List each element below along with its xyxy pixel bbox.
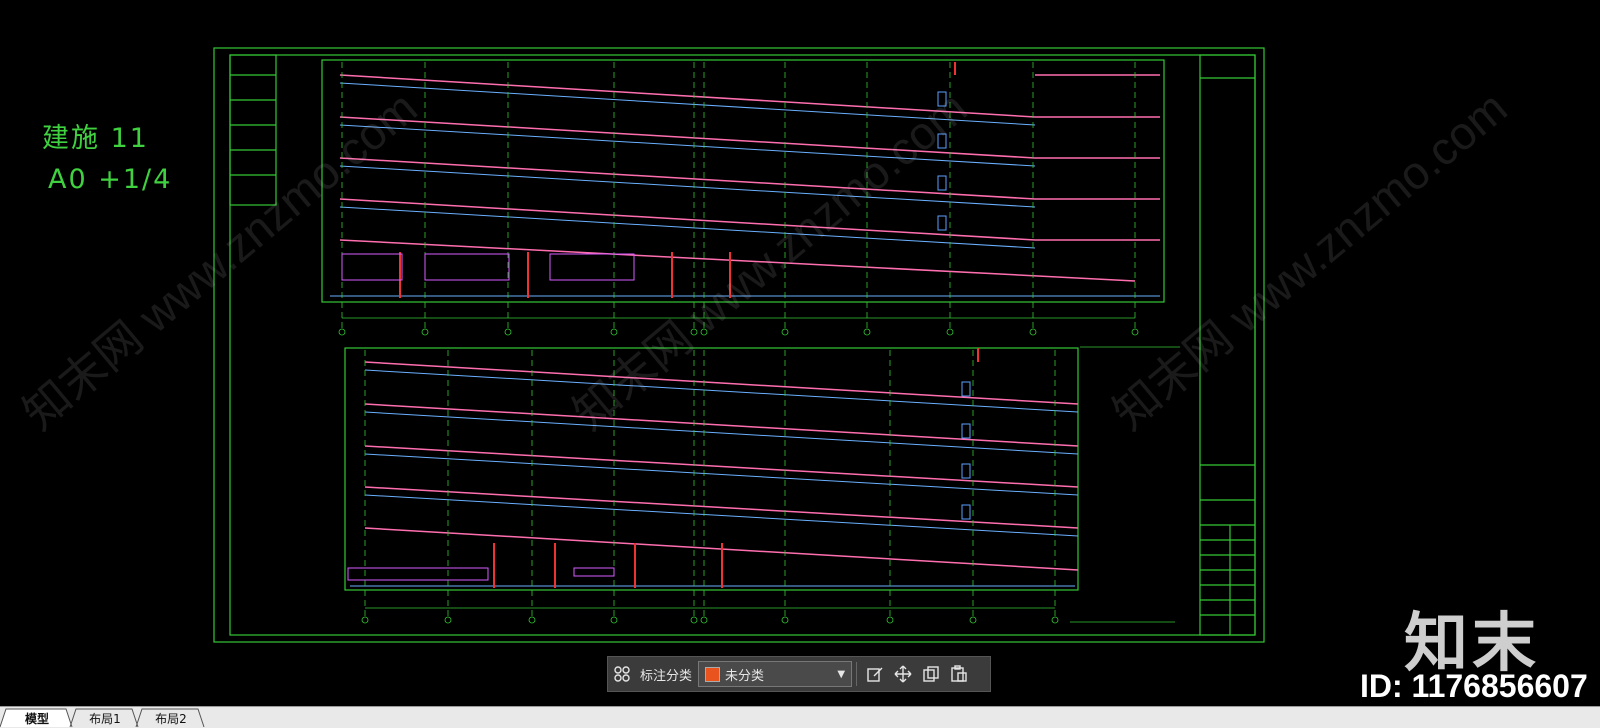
category-dropdown[interactable]: 未分类 ▼ <box>698 661 853 687</box>
category-dropdown-value: 未分类 <box>725 668 765 684</box>
category-color-swatch <box>705 666 721 682</box>
layout-tab-bar: 模型 布局1 布局2 <box>0 706 1600 728</box>
watermark-id: ID: 1176856607 <box>1360 668 1588 704</box>
tab-layout2[interactable]: 布局2 <box>144 709 198 728</box>
paste-icon[interactable] <box>945 660 973 688</box>
category-label: 标注分类 <box>640 668 693 684</box>
toolbar-separator <box>856 662 858 686</box>
copy-icon[interactable] <box>917 660 945 688</box>
sheet-number-label: 建施 11 <box>42 123 149 154</box>
lower-section <box>347 348 1175 624</box>
grid-icon[interactable] <box>608 660 636 688</box>
tab-layout1[interactable]: 布局1 <box>78 709 132 728</box>
edit-icon[interactable] <box>861 660 889 688</box>
chevron-down-icon: ▼ <box>837 668 846 680</box>
move-icon[interactable] <box>889 660 917 688</box>
sheet-size-label: A0 +1/4 <box>48 164 173 195</box>
cad-drawing-canvas[interactable] <box>0 0 1600 706</box>
tab-model[interactable]: 模型 <box>8 709 66 728</box>
annotation-toolbar: 标注分类 未分类 ▼ <box>607 656 991 692</box>
